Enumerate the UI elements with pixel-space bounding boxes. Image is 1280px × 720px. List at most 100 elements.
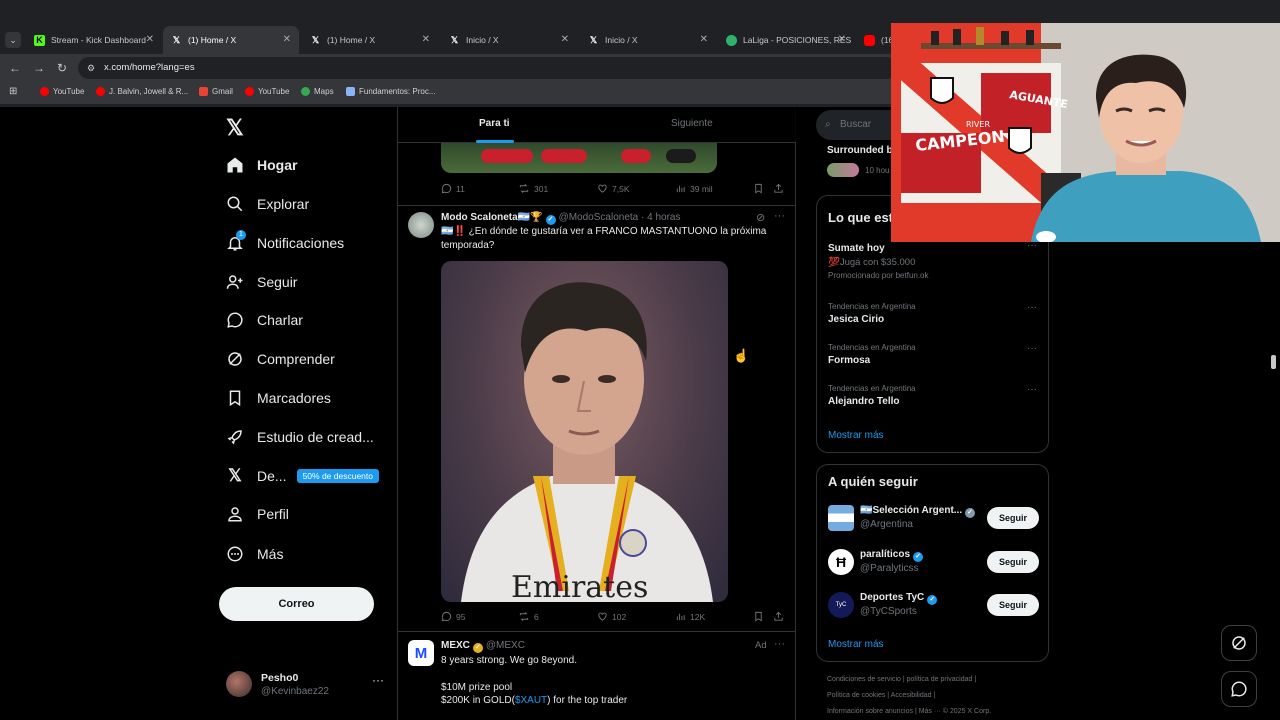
nav-explore[interactable]: Explorar [226,192,309,216]
nav-profile[interactable]: Perfil [226,502,289,526]
footer-links[interactable]: Información sobre anuncios | Más ··· © 2… [827,708,991,715]
share-button[interactable] [773,183,788,194]
x-logo-icon[interactable]: 𝕏 [226,115,244,141]
cashtag-link[interactable]: $XAUT [515,695,547,706]
close-icon[interactable]: ✕ [561,34,569,45]
bookmark-balvin[interactable]: J. Balvin, Jowell & R... [96,87,188,96]
card-subtitle: 10 hou [865,166,890,175]
back-icon[interactable]: ← [9,61,21,75]
url-bar[interactable]: ⚙ x.com/home?lang=es [78,57,898,79]
nav-grok[interactable]: Comprender [226,347,335,371]
grok-fab[interactable] [1221,625,1257,661]
follow-button[interactable]: Seguir [987,594,1039,616]
promoted-trend[interactable]: Sumate hoy 💯Jugá con $35.000 Promocionad… [817,240,1048,288]
tab-list-dropdown[interactable]: ⌄ [5,32,21,48]
more-dots-icon[interactable]: ··· [774,638,785,650]
footer-links[interactable]: Condiciones de servicio | política de pr… [827,676,976,683]
post-button[interactable]: Correo [219,587,374,621]
nav-notifications[interactable]: 1 Notificaciones [226,230,344,255]
reload-icon[interactable]: ↻ [57,61,67,75]
nav-bookmarks[interactable]: Marcadores [226,386,331,410]
like-button[interactable]: 7,5K [597,183,630,194]
follow-suggestion[interactable]: 🇦🇷Selección Argent... ✓ @Argentina Seguir [828,501,1043,535]
flag-text: RIVER [966,120,990,129]
bookmark-fundamentos[interactable]: Fundamentos: Proc... [346,87,435,96]
apps-grid-icon[interactable]: ⊞ [9,86,17,97]
like-button[interactable]: 102 [597,611,626,622]
boot-shape [541,149,587,163]
tab-kick[interactable]: K Stream - Kick Dashboard ✕ [26,26,162,54]
bookmark-button[interactable] [753,183,768,194]
more-dots-icon[interactable]: ··· [1027,384,1037,395]
messages-fab[interactable] [1221,671,1257,707]
tab-inicio-x[interactable]: 𝕏 Inicio / X ✕ [580,26,716,54]
tweet-author[interactable]: Modo Scaloneta🇦🇷🏆 ✓ @ModoScaloneta · 4 hor… [441,212,680,225]
footer-links[interactable]: Política de cookies | Accesibilidad | [827,692,935,699]
close-icon[interactable]: ✕ [422,34,430,45]
tab-following[interactable]: Siguiente [671,118,713,129]
tab-youtube[interactable]: (16 [856,26,896,54]
bookmark-maps[interactable]: Maps [301,87,334,96]
trend-name: Formosa [828,355,871,366]
ad-text-line: 8 years strong. We go 8eyond. [441,655,578,666]
tab-laliga[interactable]: LaLiga - POSICIONES, RES ✕ [718,26,854,54]
more-dots-icon[interactable]: ··· [1027,302,1037,313]
bookmark-youtube[interactable]: YouTube [40,87,84,96]
follow-suggestion[interactable]: TyC Deportes TyC ✓ @TyCSports Seguir [828,588,1043,622]
grok-icon [226,350,244,368]
like-count: 102 [612,611,627,622]
search-placeholder: Buscar [840,119,872,130]
bell-icon: 1 [226,230,246,252]
bookmark-button[interactable] [753,611,768,622]
tweet-photo[interactable]: Emirates [441,261,728,602]
gmail-icon [199,87,208,96]
more-dots-icon[interactable]: ··· [1027,343,1037,354]
show-more-link[interactable]: Mostrar más [828,430,884,441]
nav-creator-studio[interactable]: Estudio de cread... [226,425,374,449]
promoted-by: Promocionado por betfun.ok [828,271,929,280]
view-count: 12K [690,611,706,622]
close-icon[interactable]: ✕ [146,34,154,45]
trend-item[interactable]: Tendencias en Argentina Alejandro Tello … [817,384,1048,420]
previous-tweet-image[interactable] [441,143,717,173]
mexc-logo-icon[interactable]: M [408,640,434,666]
more-dots-icon[interactable]: ··· [774,210,785,222]
ad-author[interactable]: MEXC ✓ @MEXC [441,640,525,653]
tab-for-you[interactable]: Para ti [479,118,510,129]
scrollbar-thumb[interactable] [1271,355,1276,369]
hand-cursor-icon: ☝ [733,348,750,363]
close-icon[interactable]: ✕ [838,34,846,45]
heart-icon [598,184,607,193]
trend-item[interactable]: Tendencias en Argentina Jesica Cirio ··· [817,302,1048,338]
close-icon[interactable]: ✕ [283,34,291,45]
account-switcher[interactable]: Pesho0 @Kevinbaez22 ··· [226,667,386,701]
views-button[interactable]: 12K [675,611,705,622]
views-button[interactable]: 39 mil [675,183,713,194]
more-dots-icon[interactable]: ··· [372,673,384,687]
reply-button[interactable]: 11 [441,183,465,194]
show-more-link[interactable]: Mostrar más [828,639,884,650]
reply-button[interactable]: 95 [441,611,465,622]
share-button[interactable] [773,611,788,622]
follow-button[interactable]: Seguir [987,551,1039,573]
nav-more[interactable]: Más [226,542,283,566]
nav-premium[interactable]: 𝕏 De... 50% de descuento [226,464,379,488]
nav-chat[interactable]: Charlar [226,308,303,332]
repost-button[interactable]: 6 [518,611,539,622]
tab-home-x-active[interactable]: 𝕏 (1) Home / X ✕ [163,26,299,54]
trend-item[interactable]: Tendencias en Argentina Formosa ··· [817,343,1048,379]
site-info-icon[interactable]: ⚙ [87,57,95,79]
tab-inicio-x[interactable]: 𝕏 Inicio / X ✕ [441,26,577,54]
bookmark-youtube-2[interactable]: YouTube [245,87,289,96]
forward-icon[interactable]: → [33,61,45,75]
bookmark-gmail[interactable]: Gmail [199,87,233,96]
follow-button[interactable]: Seguir [987,507,1039,529]
close-icon[interactable]: ✕ [700,34,708,45]
nav-follow[interactable]: Seguir [226,270,297,294]
nav-home[interactable]: Hogar [226,153,297,177]
avatar[interactable] [408,212,434,238]
follow-suggestion[interactable]: Ħ paralíticos ✓ @Paralyticss Seguir [828,545,1043,579]
tab-home-x[interactable]: 𝕏 (1) Home / X ✕ [302,26,438,54]
grok-icon[interactable]: ⊘ [756,211,765,224]
repost-button[interactable]: 301 [518,183,548,194]
